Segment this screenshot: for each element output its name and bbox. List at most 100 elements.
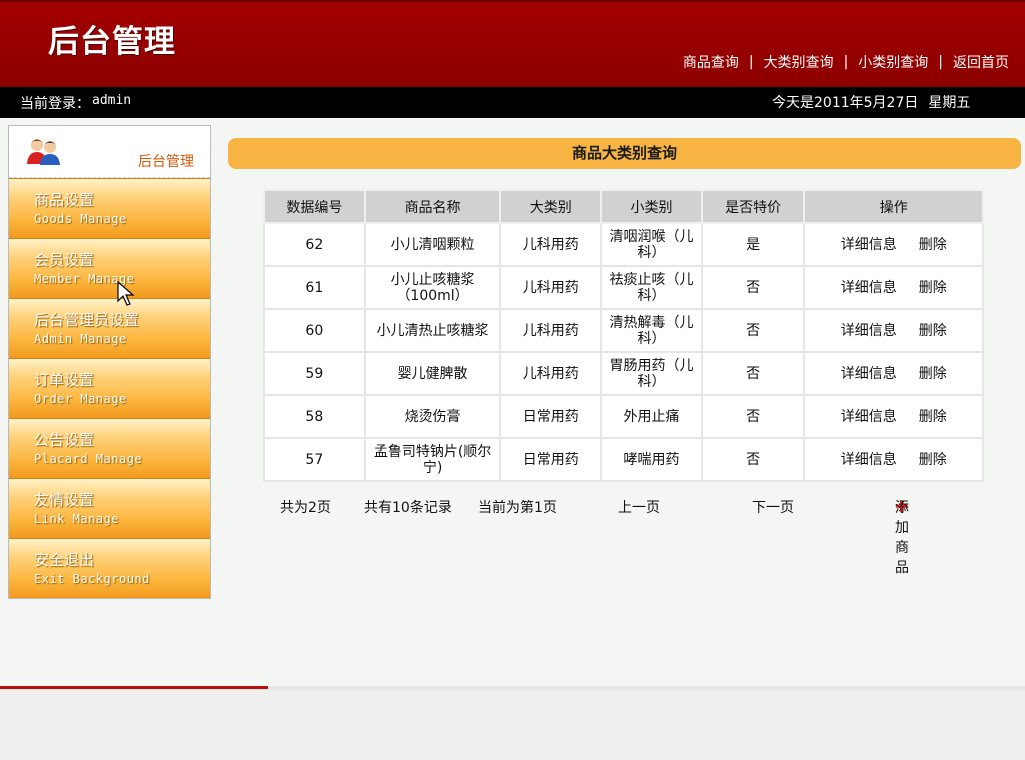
delete-link[interactable]: 删除 [919,366,947,382]
detail-link[interactable]: 详细信息 [841,452,897,468]
users-icon [27,139,60,165]
cell-minor: 哮喘用药 [600,437,703,482]
delete-link[interactable]: 删除 [919,323,947,339]
sidebar-item-link[interactable]: 友情设置 Link Manage [9,478,210,538]
sidebar-item-sublabel: Exit Background [34,572,150,586]
sidebar-item-sublabel: Placard Manage [34,452,143,466]
cell-special: 是 [700,222,806,267]
cell-id: 62 [263,222,366,267]
prev-page-link[interactable]: 上一页 [618,497,660,517]
sidebar-item-label: 订单设置 [34,371,95,389]
footer-accent [0,686,268,689]
cell-id: 58 [263,394,366,439]
detail-link[interactable]: 详细信息 [841,409,897,425]
cell-major: 儿科用药 [499,308,603,353]
total-pages: 共为2页 [280,500,331,516]
detail-link[interactable]: 详细信息 [841,237,897,253]
cell-ops: 详细信息 删除 [803,394,984,439]
sidebar-item-label: 后台管理员设置 [34,311,140,329]
info-bar: 当前登录： admin 今天是2011年5月27日 星期五 [0,87,1025,118]
cell-id: 57 [263,437,366,482]
login-user: admin [92,93,132,108]
cell-name: 小儿止咳糖浆（100ml） [363,265,502,310]
login-label: 当前登录： [20,96,90,112]
nav-goods-query[interactable]: 商品查询 [683,52,739,72]
cell-major: 儿科用药 [499,265,603,310]
pagination: 共为2页 共有10条记录 当前为第1页 上一页 下一页 ✚ 添加商品 [263,497,984,576]
cell-major: 儿科用药 [499,222,603,267]
delete-link[interactable]: 删除 [919,237,947,253]
cell-major: 日常用药 [499,394,603,439]
cell-ops: 详细信息 删除 [803,437,984,482]
column-header: 小类别 [600,189,703,224]
nav-separator: | [748,54,754,70]
table-row: 61 小儿止咳糖浆（100ml） 儿科用药 祛痰止咳（儿科） 否 详细信息 删除 [263,265,984,310]
sidebar-item-sublabel: Goods Manage [34,212,127,226]
sidebar: 后台管理 商品设置 Goods Manage 会员设置 Member Manag… [8,125,211,599]
table-row: 62 小儿清咽颗粒 儿科用药 清咽润喉（儿科） 是 详细信息 删除 [263,222,984,267]
delete-link[interactable]: 删除 [919,280,947,296]
detail-link[interactable]: 详细信息 [841,323,897,339]
weekday-text: 星期五 [928,95,971,111]
nav-home[interactable]: 返回首页 [953,52,1009,72]
next-page-link[interactable]: 下一页 [752,497,794,517]
cell-name: 小儿清热止咳糖浆 [363,308,502,353]
footer [0,690,1025,760]
column-header: 是否特价 [700,189,806,224]
sidebar-item-label: 友情设置 [34,491,95,509]
cell-major: 日常用药 [499,437,603,482]
column-header: 操作 [803,189,984,224]
nav-minor-category-query[interactable]: 小类别查询 [858,52,928,72]
sidebar-title: 后台管理 [138,154,194,170]
cell-ops: 详细信息 删除 [803,222,984,267]
sidebar-item-logout[interactable]: 安全退出 Exit Background [9,538,210,598]
sidebar-item-sublabel: Admin Manage [34,332,127,346]
column-header: 商品名称 [363,189,502,224]
column-header: 数据编号 [263,189,366,224]
sidebar-item-order[interactable]: 订单设置 Order Manage [9,358,210,418]
sidebar-item-goods[interactable]: 商品设置 Goods Manage [9,178,210,238]
mouse-cursor-icon [117,281,135,306]
nav-separator: | [843,54,849,70]
header: 后台管理 商品查询 | 大类别查询 | 小类别查询 | 返回首页 [0,0,1025,87]
today-date: 今天是2011年5月27日 星期五 [772,92,970,112]
cell-ops: 详细信息 删除 [803,265,984,310]
add-goods-label: 添加商品 [895,500,909,576]
cell-minor: 清热解毒（儿科） [600,308,703,353]
cell-special: 否 [700,394,806,439]
nav-separator: | [938,54,943,70]
cell-name: 婴儿健脾散 [363,351,502,396]
cell-id: 60 [263,308,366,353]
cell-name: 小儿清咽颗粒 [363,222,502,267]
date-text: 今天是2011年5月27日 [772,95,919,111]
sidebar-item-member[interactable]: 会员设置 Member Manage [9,238,210,298]
top-nav: 商品查询 | 大类别查询 | 小类别查询 | 返回首页 [683,52,1009,72]
sidebar-item-sublabel: Order Manage [34,392,127,406]
delete-link[interactable]: 删除 [919,409,947,425]
current-page: 当前为第1页 [478,500,557,516]
cell-major: 儿科用药 [499,351,603,396]
nav-major-category-query[interactable]: 大类别查询 [764,52,834,72]
cell-minor: 胃肠用药（儿科） [600,351,703,396]
sidebar-item-label: 公告设置 [34,431,95,449]
cell-special: 否 [700,265,806,310]
detail-link[interactable]: 详细信息 [841,280,897,296]
cell-minor: 清咽润喉（儿科） [600,222,703,267]
cell-special: 否 [700,437,806,482]
page-title: 商品大类别查询 [228,138,1021,169]
detail-link[interactable]: 详细信息 [841,366,897,382]
table-row: 60 小儿清热止咳糖浆 儿科用药 清热解毒（儿科） 否 详细信息 删除 [263,308,984,353]
sidebar-item-sublabel: Link Manage [34,512,119,526]
logo: 后台管理 [48,24,176,60]
sidebar-item-label: 会员设置 [34,251,95,269]
sidebar-item-admin[interactable]: 后台管理员设置 Admin Manage [9,298,210,358]
cell-id: 61 [263,265,366,310]
sidebar-item-placard[interactable]: 公告设置 Placard Manage [9,418,210,478]
category-table: 数据编号 商品名称 大类别 小类别 是否特价 操作 62 小儿清咽颗粒 儿科用药… [263,189,984,482]
cell-special: 否 [700,351,806,396]
cell-name: 烧烫伤膏 [363,394,502,439]
cell-minor: 外用止痛 [600,394,703,439]
delete-link[interactable]: 删除 [919,452,947,468]
cell-ops: 详细信息 删除 [803,351,984,396]
cell-special: 否 [700,308,806,353]
